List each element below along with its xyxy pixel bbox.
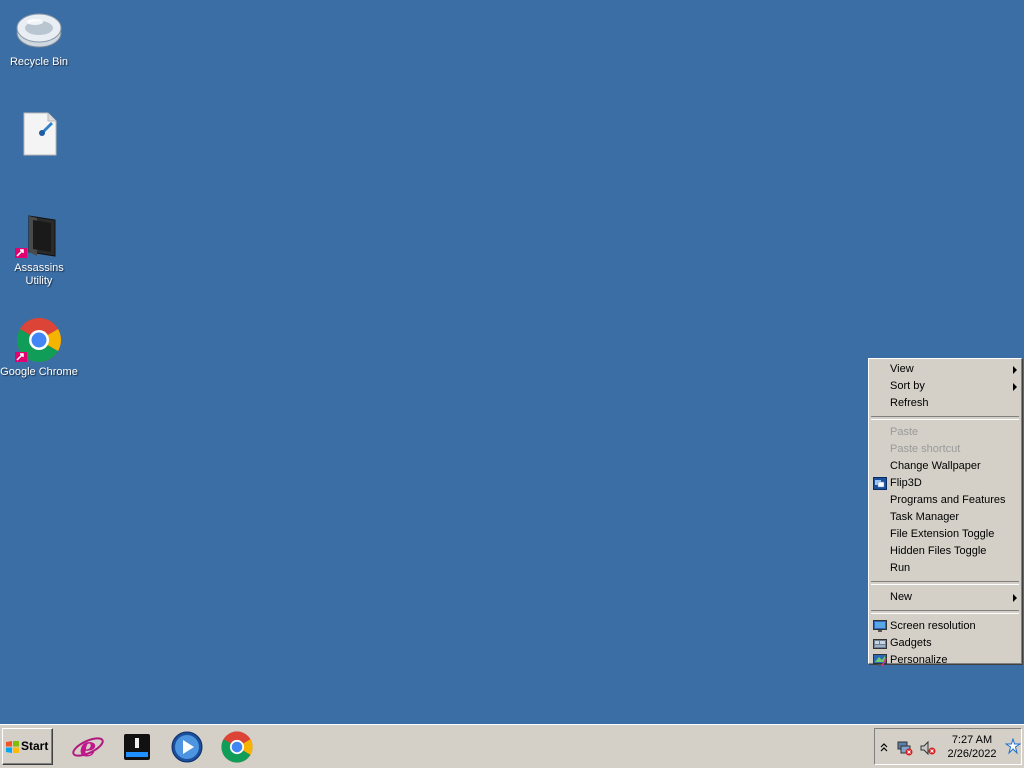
desktop-context-menu: View Sort by Refresh Paste Paste shortcu…	[868, 358, 1022, 667]
menu-item-flip3d[interactable]: Flip3D	[869, 475, 1021, 492]
desktop-icon-google-chrome[interactable]: Google Chrome	[0, 316, 78, 379]
windows-flag-icon	[6, 741, 19, 753]
clock[interactable]: 7:27 AM 2/26/2022	[941, 733, 1003, 761]
menu-item-label: Personalize	[890, 654, 948, 666]
monitor-icon	[873, 620, 887, 632]
menu-item-file-extension-toggle[interactable]: File Extension Toggle	[869, 526, 1021, 543]
menu-item-label: Gadgets	[890, 637, 932, 649]
desktop-icon-assassins-utility[interactable]: Assassins Utility	[0, 212, 78, 288]
menu-item-screen-resolution[interactable]: Screen resolution	[869, 618, 1021, 635]
clock-time: 7:27 AM	[951, 734, 993, 746]
explorer-drive-icon	[124, 734, 150, 760]
menu-item-label: Paste shortcut	[890, 443, 961, 455]
menu-item-paste[interactable]: Paste	[869, 424, 1021, 441]
menu-item-label: Change Wallpaper	[890, 460, 981, 472]
shortcut-arrow-icon	[15, 352, 27, 362]
menu-item-label: Refresh	[890, 397, 929, 409]
desktop[interactable]: Recycle Bin Assassins Utility Google Chr…	[0, 0, 1024, 724]
personalize-icon	[873, 654, 887, 667]
shortcut-arrow-icon	[15, 248, 27, 258]
start-button[interactable]: Start	[2, 728, 53, 765]
menu-separator	[871, 416, 1019, 420]
menu-item-label: File Extension Toggle	[890, 528, 995, 540]
menu-item-label: Paste	[890, 426, 919, 438]
desktop-icon-label: Google Chrome	[0, 366, 78, 378]
desktop-icon-label: Recycle Bin	[9, 56, 69, 68]
clock-date: 2/26/2022	[947, 748, 997, 760]
recycle-bin-icon	[15, 6, 63, 54]
submenu-arrow-icon	[1013, 594, 1017, 602]
menu-item-label: Run	[890, 562, 911, 574]
internet-explorer-icon: e	[72, 733, 104, 763]
quicklaunch-chrome[interactable]	[220, 730, 254, 764]
menu-item-programs-and-features[interactable]: Programs and Features	[869, 492, 1021, 509]
menu-item-sort-by[interactable]: Sort by	[869, 378, 1021, 395]
volume-muted-icon[interactable]	[920, 740, 936, 756]
black-folder-icon	[15, 212, 63, 260]
menu-item-paste-shortcut[interactable]: Paste shortcut	[869, 441, 1021, 458]
menu-item-hidden-files-toggle[interactable]: Hidden Files Toggle	[869, 543, 1021, 560]
submenu-arrow-icon	[1013, 366, 1017, 374]
svg-text:e: e	[80, 733, 97, 763]
document-shortcut-icon	[15, 110, 63, 158]
menu-item-label: Flip3D	[890, 477, 922, 489]
menu-separator	[871, 610, 1019, 614]
menu-item-change-wallpaper[interactable]: Change Wallpaper	[869, 458, 1021, 475]
menu-item-label: Hidden Files Toggle	[890, 545, 987, 557]
gadgets-icon	[873, 639, 887, 649]
menu-item-run[interactable]: Run	[869, 560, 1021, 577]
action-center-icon[interactable]	[1005, 738, 1021, 754]
menu-item-label: Sort by	[890, 380, 925, 392]
media-player-icon	[171, 731, 203, 763]
quicklaunch-explorer[interactable]	[120, 730, 154, 764]
menu-item-label: Screen resolution	[890, 620, 976, 632]
menu-item-label: Task Manager	[890, 511, 960, 523]
desktop-icon-label: Assassins Utility	[14, 262, 64, 287]
menu-item-new[interactable]: New	[869, 589, 1021, 606]
quicklaunch-media-player[interactable]	[170, 730, 204, 764]
network-error-icon[interactable]	[897, 740, 913, 756]
menu-item-personalize[interactable]: Personalize	[869, 652, 1021, 669]
desktop-icon-recycle-bin[interactable]: Recycle Bin	[0, 6, 78, 69]
menu-item-refresh[interactable]: Refresh	[869, 395, 1021, 412]
menu-item-label: Programs and Features	[890, 494, 1006, 506]
taskbar: Start e 7:27 AM 2/26/2022	[0, 724, 1024, 768]
menu-item-task-manager[interactable]: Task Manager	[869, 509, 1021, 526]
chrome-icon	[221, 731, 253, 763]
menu-item-gadgets[interactable]: Gadgets	[869, 635, 1021, 652]
menu-separator	[871, 581, 1019, 585]
menu-item-label: View	[890, 363, 914, 375]
show-hidden-icons-chevron[interactable]	[880, 742, 888, 752]
chrome-icon	[15, 316, 63, 364]
submenu-arrow-icon	[1013, 383, 1017, 391]
quicklaunch-internet-explorer[interactable]: e	[71, 730, 105, 764]
start-label: Start	[21, 739, 49, 753]
flip3d-icon	[873, 477, 887, 490]
menu-item-view[interactable]: View	[869, 361, 1021, 378]
menu-item-label: New	[890, 591, 913, 603]
system-tray: 7:27 AM 2/26/2022	[874, 728, 1022, 765]
desktop-icon-document[interactable]	[0, 110, 78, 160]
